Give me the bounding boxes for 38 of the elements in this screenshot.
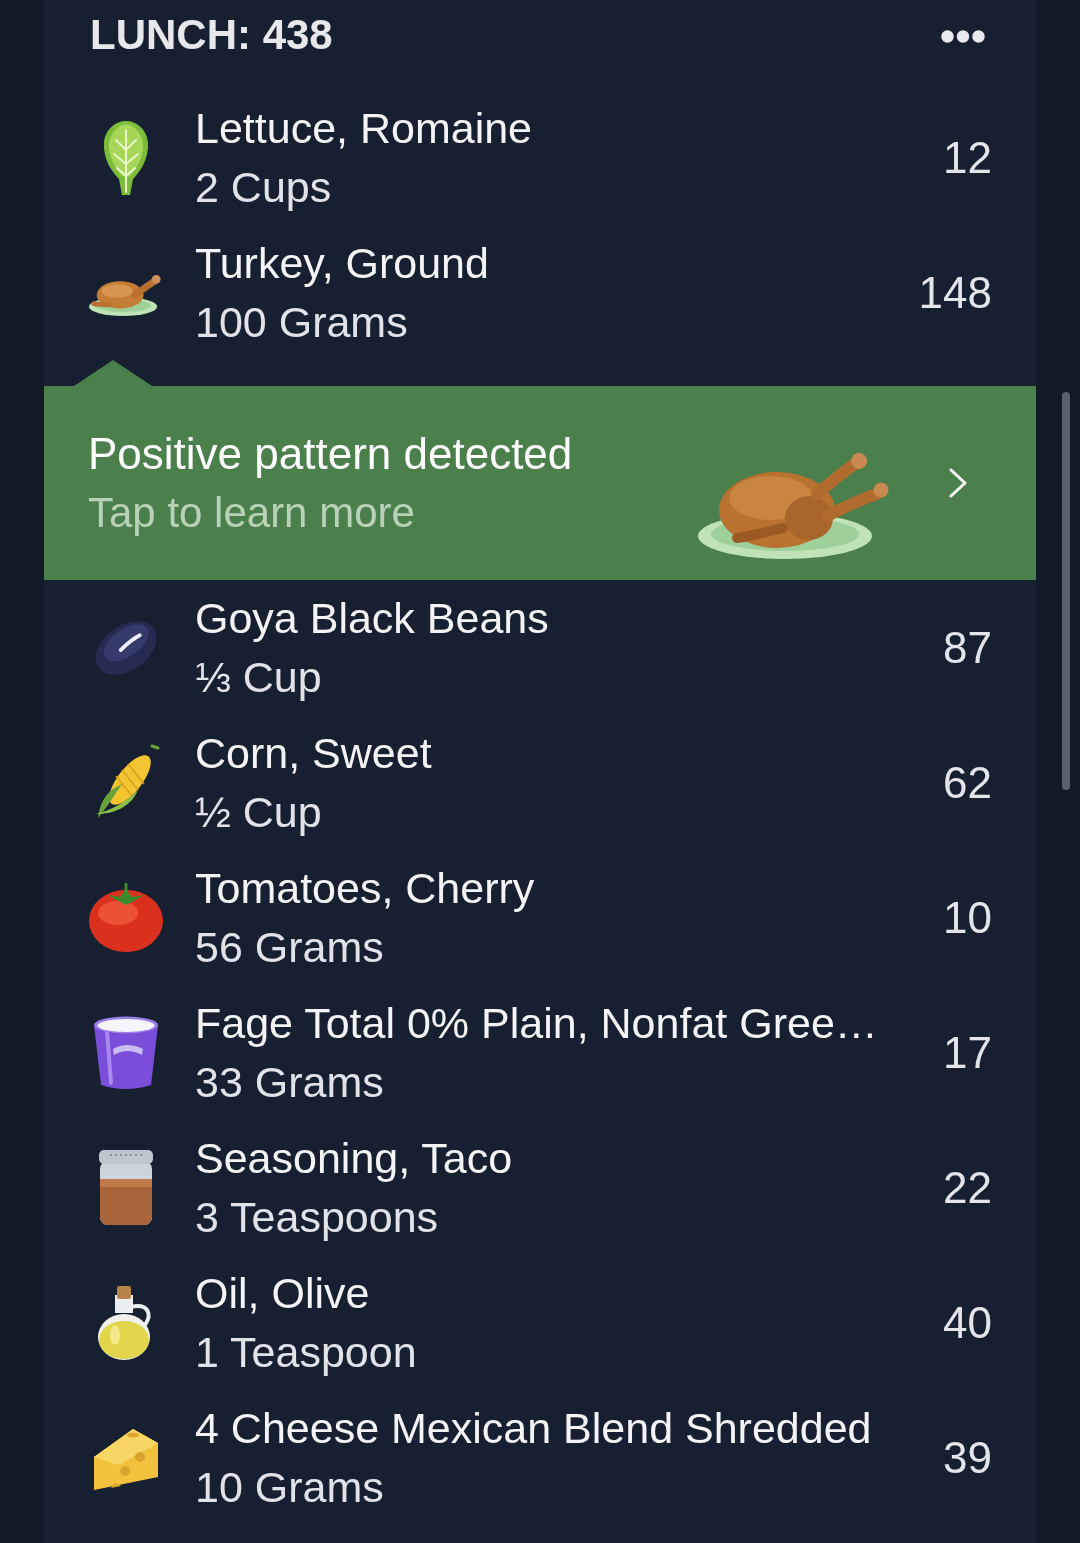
scrollbar-thumb[interactable] [1062, 392, 1070, 790]
yogurt-cup-icon [93, 1014, 159, 1091]
food-amount: 100 Grams [195, 296, 408, 348]
calorie-count: 62 [943, 757, 992, 808]
calorie-count: 22 [943, 1162, 992, 1213]
food-amount: 2 Cups [195, 161, 332, 213]
spice-jar-icon [98, 1148, 154, 1227]
calorie-count: 148 [918, 267, 992, 318]
more-icon[interactable] [941, 30, 985, 43]
food-name: Seasoning, Taco [195, 1132, 513, 1184]
food-amount: 3 Teaspoons [195, 1191, 439, 1243]
food-name: Goya Black Beans [195, 592, 549, 644]
banner-subtitle: Tap to learn more [88, 488, 415, 538]
food-amount: ½ Cup [195, 786, 322, 838]
food-amount: 10 Grams [195, 1461, 384, 1513]
calorie-count: 10 [943, 892, 992, 943]
chevron-right-icon [949, 468, 967, 498]
banner-title: Positive pattern detected [88, 428, 573, 480]
tomato-icon [88, 882, 164, 953]
food-name: Turkey, Ground [195, 237, 489, 289]
food-name: Oil, Olive [195, 1267, 370, 1319]
food-name: Fage Total 0% Plain, Nonfat Gree… [195, 997, 878, 1049]
food-amount: ⅓ Cup [195, 651, 322, 703]
meal-title: LUNCH: 438 [90, 12, 333, 58]
food-amount: 1 Teaspoon [195, 1326, 417, 1378]
food-amount: 56 Grams [195, 921, 384, 973]
calorie-count: 87 [943, 622, 992, 673]
food-name: Lettuce, Romaine [195, 102, 533, 154]
food-name: Tomatoes, Cherry [195, 862, 535, 914]
calorie-count: 39 [943, 1432, 992, 1483]
food-name: 4 Cheese Mexican Blend Shredded [195, 1402, 872, 1454]
calorie-count: 17 [943, 1027, 992, 1078]
calorie-count: 40 [943, 1297, 992, 1348]
calorie-count: 12 [943, 132, 992, 183]
lettuce-leaf-icon [102, 119, 150, 196]
food-amount: 33 Grams [195, 1056, 384, 1108]
pattern-banner[interactable]: Positive pattern detected Tap to learn more [44, 386, 1036, 580]
food-name: Corn, Sweet [195, 727, 432, 779]
